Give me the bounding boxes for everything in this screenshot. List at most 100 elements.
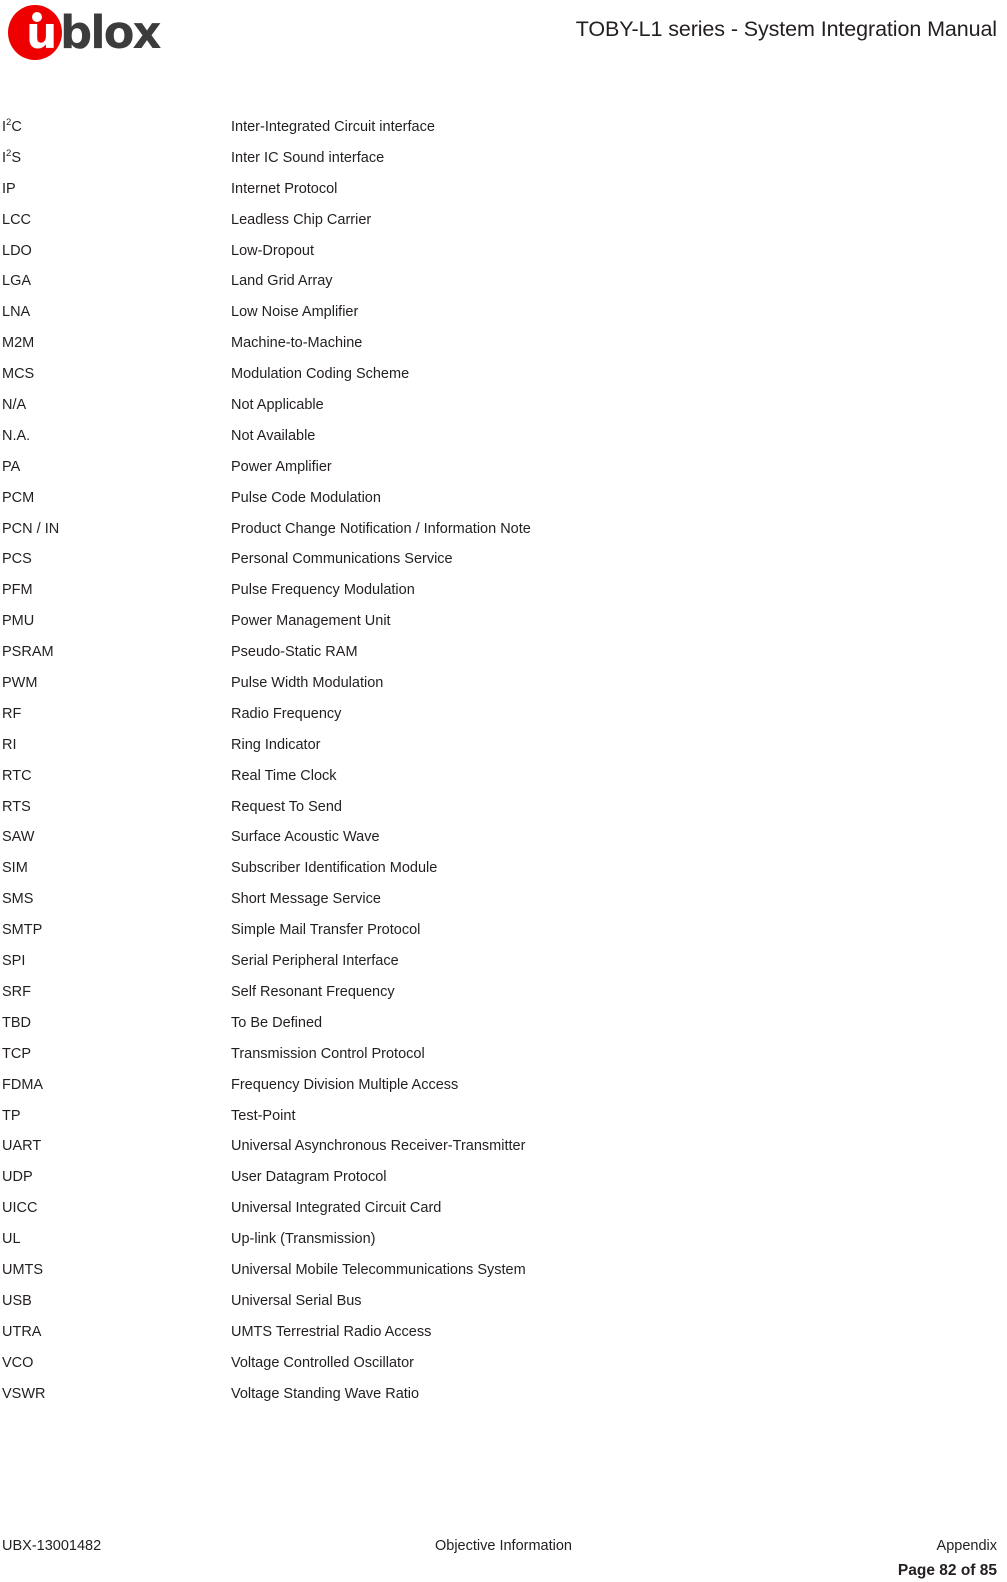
glossary-term: SMTP <box>2 922 43 939</box>
glossary-term: I2C <box>2 117 22 135</box>
glossary-definition: Pseudo-Static RAM <box>231 644 358 661</box>
page-footer: UBX-13001482 Objective Information Appen… <box>0 1490 1007 1582</box>
glossary-definition: Inter IC Sound interface <box>231 149 385 166</box>
glossary-definition: Personal Communications Service <box>231 551 453 568</box>
glossary-definition: Radio Frequency <box>231 705 342 722</box>
glossary-row: LCC Leadless Chip Carrier <box>0 205 1007 236</box>
glossary-term: PCS <box>2 551 32 568</box>
glossary-definition: Self Resonant Frequency <box>231 983 395 1000</box>
glossary-row: PA Power Amplifier <box>0 452 1007 483</box>
glossary-term: LNA <box>2 304 31 321</box>
glossary-row: UART Universal Asynchronous Receiver-Tran… <box>0 1131 1007 1162</box>
glossary-definition: Inter-Integrated Circuit interface <box>231 119 435 135</box>
glossary-row: LNA Low Noise Amplifier <box>0 297 1007 328</box>
glossary-term: MCS <box>2 366 35 383</box>
glossary-term: TP <box>2 1107 21 1124</box>
glossary-row: UICC Universal Integrated Circuit Card <box>0 1193 1007 1224</box>
glossary-row: PCN / IN Product Change Notification / In… <box>0 514 1007 545</box>
glossary-definition: Up-link (Transmission) <box>231 1231 376 1248</box>
glossary-term: PCN / IN <box>2 520 60 537</box>
glossary-row: USB Universal Serial Bus <box>0 1286 1007 1317</box>
document-title: TOBY-L1 series - System Integration Manu… <box>575 17 997 41</box>
glossary-definition: Test-Point <box>231 1107 296 1124</box>
glossary-row: SAW Surface Acoustic Wave <box>0 822 1007 853</box>
glossary-row: M2M Machine-to-Machine <box>0 328 1007 359</box>
glossary-definition: Voltage Controlled Oscillator <box>231 1354 414 1371</box>
glossary-definition: Modulation Coding Scheme <box>231 366 410 383</box>
glossary-definition: Universal Integrated Circuit Card <box>231 1200 442 1217</box>
glossary-term: SAW <box>2 829 35 846</box>
glossary-term: UL <box>2 1231 21 1248</box>
glossary-definition: Power Amplifier <box>231 458 332 475</box>
glossary-row: N/A Not Applicable <box>0 390 1007 421</box>
glossary-row: SRF Self Resonant Frequency <box>0 977 1007 1008</box>
glossary-term: PMU <box>2 613 35 630</box>
glossary-term: N.A. <box>2 427 31 444</box>
glossary-row: UMTS Universal Mobile Telecommunications … <box>0 1255 1007 1286</box>
glossary-definition: Not Available <box>231 427 316 444</box>
glossary-row: IP Internet Protocol <box>0 174 1007 205</box>
glossary-definition: Ring Indicator <box>231 736 321 753</box>
glossary-row: PWM Pulse Width Modulation <box>0 668 1007 699</box>
glossary-term: TCP <box>2 1045 31 1062</box>
glossary-row: RTS Request To Send <box>0 792 1007 823</box>
glossary-term-superscript: 2 <box>6 148 12 160</box>
glossary-term: PA <box>2 458 21 475</box>
glossary-term: PFM <box>2 582 33 599</box>
glossary-row: TBD To Be Defined <box>0 1008 1007 1039</box>
glossary-term: RF <box>2 705 22 722</box>
glossary-row: I2S Inter IC Sound interface <box>0 143 1007 174</box>
glossary-definition: Not Applicable <box>231 397 324 414</box>
glossary-term: SIM <box>2 860 28 877</box>
glossary-row: SMTP Simple Mail Transfer Protocol <box>0 915 1007 946</box>
logo-wordmark: blox <box>60 6 162 59</box>
footer-status: Objective Information <box>434 1538 572 1554</box>
footer-section: Appendix <box>936 1538 997 1554</box>
glossary-term: SPI <box>2 953 26 970</box>
glossary-term: SRF <box>2 983 31 1000</box>
glossary-term: RTC <box>2 767 32 784</box>
glossary-definition: Serial Peripheral Interface <box>231 953 399 970</box>
glossary-row: RI Ring Indicator <box>0 730 1007 761</box>
glossary-row: VSWR Voltage Standing Wave Ratio <box>0 1379 1007 1410</box>
glossary-term: SMS <box>2 891 34 908</box>
glossary-row: PSRAM Pseudo-Static RAM <box>0 637 1007 668</box>
glossary-row: SMS Short Message Service <box>0 884 1007 915</box>
glossary-row: PCM Pulse Code Modulation <box>0 483 1007 514</box>
glossary-definition: Voltage Standing Wave Ratio <box>231 1385 420 1402</box>
glossary-row: PFM Pulse Frequency Modulation <box>0 575 1007 606</box>
glossary-term: UMTS <box>2 1261 44 1278</box>
glossary-row: LDO Low-Dropout <box>0 236 1007 267</box>
glossary-term: RTS <box>2 798 31 815</box>
glossary-term: IP <box>2 180 16 197</box>
glossary-definition: Universal Asynchronous Receiver-Transmit… <box>231 1138 526 1155</box>
glossary-term: LCC <box>2 211 32 228</box>
glossary-definition: Subscriber Identification Module <box>231 860 438 877</box>
glossary-term: I2S <box>2 148 21 166</box>
glossary-term: PSRAM <box>2 644 54 661</box>
glossary-term: N/A <box>2 397 27 414</box>
glossary-row: UL Up-link (Transmission) <box>0 1224 1007 1255</box>
glossary-definition: User Datagram Protocol <box>231 1169 387 1186</box>
glossary-definition: Universal Mobile Telecommunications Syst… <box>231 1261 526 1278</box>
glossary-definition: Frequency Division Multiple Access <box>231 1076 459 1093</box>
glossary-term: UTRA <box>2 1323 42 1340</box>
glossary-term: RI <box>2 736 17 753</box>
glossary-row: RTC Real Time Clock <box>0 761 1007 792</box>
glossary-definition: Pulse Code Modulation <box>231 489 381 506</box>
glossary-term: UICC <box>2 1200 38 1217</box>
glossary-row: UDP User Datagram Protocol <box>0 1162 1007 1193</box>
glossary-definition: Transmission Control Protocol <box>231 1045 425 1062</box>
glossary-definition: Leadless Chip Carrier <box>231 211 372 228</box>
glossary-definition: Internet Protocol <box>231 180 338 197</box>
ublox-logo: u blox <box>8 3 183 61</box>
glossary-row: VCO Voltage Controlled Oscillator <box>0 1348 1007 1379</box>
glossary-definition: Land Grid Array <box>231 273 333 290</box>
footer-page-number: Page 82 of 85 <box>897 1562 997 1579</box>
glossary-row: UTRA UMTS Terrestrial Radio Access <box>0 1317 1007 1348</box>
glossary-definition: Product Change Notification / Informatio… <box>231 520 531 537</box>
glossary-term: PWM <box>2 675 38 692</box>
glossary-row: SIM Subscriber Identification Module <box>0 853 1007 884</box>
glossary-row: TP Test-Point <box>0 1101 1007 1132</box>
glossary-term: VSWR <box>2 1385 46 1402</box>
